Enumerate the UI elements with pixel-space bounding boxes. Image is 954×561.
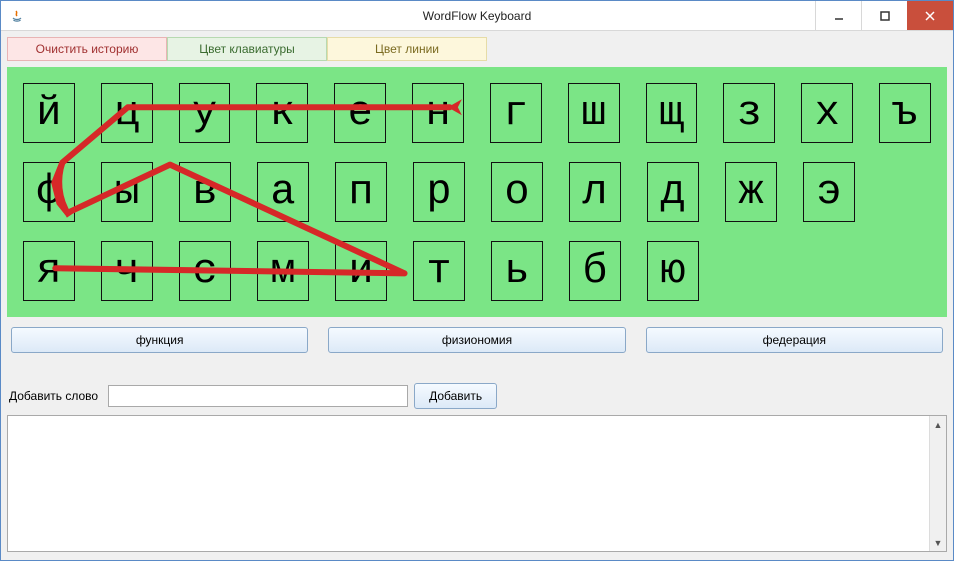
key-е[interactable]: е	[334, 83, 386, 143]
key-н[interactable]: н	[412, 83, 464, 143]
key-щ[interactable]: щ	[646, 83, 698, 143]
key-д[interactable]: д	[647, 162, 699, 222]
maximize-button[interactable]	[861, 1, 907, 30]
suggestion-button-1[interactable]: функция	[11, 327, 308, 353]
suggestion-button-3[interactable]: федерация	[646, 327, 943, 353]
key-ю[interactable]: ю	[647, 241, 699, 301]
key-л[interactable]: л	[569, 162, 621, 222]
key-в[interactable]: в	[179, 162, 231, 222]
java-icon	[9, 8, 25, 24]
key-ж[interactable]: ж	[725, 162, 777, 222]
key-ь[interactable]: ь	[491, 241, 543, 301]
scrollbar[interactable]: ▲ ▼	[929, 416, 946, 551]
window-controls	[815, 1, 953, 30]
key-ф[interactable]: ф	[23, 162, 75, 222]
key-и[interactable]: и	[335, 241, 387, 301]
key-п[interactable]: п	[335, 162, 387, 222]
add-word-label: Добавить слово	[9, 389, 98, 403]
key-т[interactable]: т	[413, 241, 465, 301]
add-word-row: Добавить слово Добавить	[7, 383, 947, 409]
key-ч[interactable]: ч	[101, 241, 153, 301]
suggestion-button-2[interactable]: физиономия	[328, 327, 625, 353]
add-word-button[interactable]: Добавить	[414, 383, 497, 409]
minimize-button[interactable]	[815, 1, 861, 30]
key-с[interactable]: с	[179, 241, 231, 301]
line-color-button[interactable]: Цвет линии	[327, 37, 487, 61]
client-area: Очистить историю Цвет клавиатуры Цвет ли…	[1, 31, 953, 560]
history-textarea[interactable]: ▲ ▼	[7, 415, 947, 552]
window-title: WordFlow Keyboard	[423, 9, 532, 23]
key-э[interactable]: э	[803, 162, 855, 222]
key-о[interactable]: о	[491, 162, 543, 222]
suggestions-row: функция физиономия федерация	[7, 327, 947, 353]
key-к[interactable]: к	[256, 83, 308, 143]
add-word-input[interactable]	[108, 385, 408, 407]
key-у[interactable]: у	[179, 83, 231, 143]
key-з[interactable]: з	[723, 83, 775, 143]
key-ы[interactable]: ы	[101, 162, 153, 222]
keyboard[interactable]: йцукенгшщзхъ фывапролджэ ячсмитьбю	[7, 67, 947, 317]
key-г[interactable]: г	[490, 83, 542, 143]
key-ъ[interactable]: ъ	[879, 83, 931, 143]
key-б[interactable]: б	[569, 241, 621, 301]
history-content	[8, 416, 946, 424]
key-ш[interactable]: ш	[568, 83, 620, 143]
titlebar: WordFlow Keyboard	[1, 1, 953, 31]
app-window: WordFlow Keyboard Очистить историю Цвет …	[0, 0, 954, 561]
key-я[interactable]: я	[23, 241, 75, 301]
key-р[interactable]: р	[413, 162, 465, 222]
key-х[interactable]: х	[801, 83, 853, 143]
keyboard-panel: йцукенгшщзхъ фывапролджэ ячсмитьбю	[7, 67, 947, 317]
clear-history-button[interactable]: Очистить историю	[7, 37, 167, 61]
scroll-down-icon[interactable]: ▼	[930, 534, 946, 551]
scroll-up-icon[interactable]: ▲	[930, 416, 946, 433]
toolbar: Очистить историю Цвет клавиатуры Цвет ли…	[7, 37, 947, 61]
key-а[interactable]: а	[257, 162, 309, 222]
key-й[interactable]: й	[23, 83, 75, 143]
key-ц[interactable]: ц	[101, 83, 153, 143]
key-м[interactable]: м	[257, 241, 309, 301]
keyboard-color-button[interactable]: Цвет клавиатуры	[167, 37, 327, 61]
close-button[interactable]	[907, 1, 953, 30]
